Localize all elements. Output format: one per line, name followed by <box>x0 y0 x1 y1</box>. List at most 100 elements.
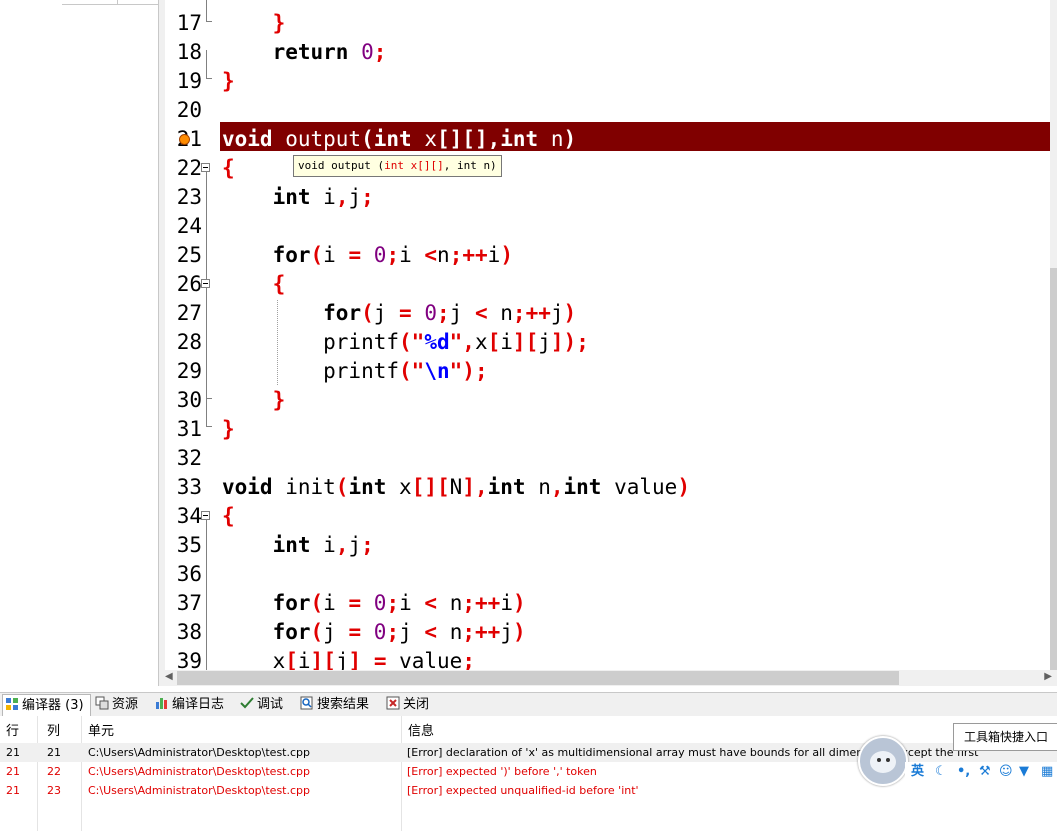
tab-resources[interactable]: 资源 <box>95 694 138 715</box>
punctuation-icon[interactable]: •, <box>957 763 970 781</box>
code-line-31[interactable]: 31} <box>165 414 1050 443</box>
line-number: 33 <box>176 475 202 499</box>
error-marker-icon[interactable] <box>179 134 190 145</box>
ime-toolbox-tooltip: 工具箱快捷入口 <box>953 723 1057 751</box>
code-line-26[interactable]: 26 { <box>165 269 1050 298</box>
table-row[interactable]: 21 23 C:\Users\Administrator\Desktop\tes… <box>0 781 1057 800</box>
code-line-17[interactable]: 17 } <box>165 8 1050 37</box>
line-number: 37 <box>176 591 202 615</box>
chart-icon <box>155 696 169 710</box>
tab-search-results[interactable]: 搜索结果 <box>300 694 369 715</box>
fold-toggle-26[interactable] <box>201 279 210 288</box>
ime-toolbar: 英 ☾ •, ⚒ ☺ ▼ ▦ <box>905 762 1057 782</box>
scroll-left-icon[interactable]: ◀ <box>165 671 173 682</box>
fold-guide <box>206 0 207 22</box>
vertical-scroll-thumb[interactable] <box>1050 268 1057 670</box>
class-browser-tabs[interactable] <box>62 0 158 5</box>
code-line-18[interactable]: 18 return 0; <box>165 37 1050 66</box>
code-line-39[interactable]: 39 x[i][j] = value; <box>165 646 1050 670</box>
horizontal-scroll-thumb[interactable] <box>177 671 899 685</box>
line-number: 34 <box>176 504 202 528</box>
line-number: 27 <box>176 301 202 325</box>
code-text: } <box>222 69 235 93</box>
fold-guide <box>206 520 207 670</box>
tab-close[interactable]: 关闭 <box>386 694 429 715</box>
code-text: void output(int x[][],int n) <box>222 127 577 151</box>
scroll-right-icon[interactable]: ▶ <box>1044 671 1052 682</box>
ime-avatar-icon[interactable] <box>858 736 908 786</box>
code-text: { <box>222 156 235 180</box>
ime-lang-toggle[interactable]: 英 <box>911 763 924 781</box>
shirt-icon[interactable]: ▼ <box>1019 763 1029 781</box>
fold-end-marker <box>206 398 212 399</box>
code-text: printf("\n"); <box>222 359 488 383</box>
line-number: 28 <box>176 330 202 354</box>
tab-compiler-label: 编译器 (3) <box>22 698 84 713</box>
line-number: 36 <box>176 562 202 586</box>
emoji-icon[interactable]: ☺ <box>999 763 1013 781</box>
line-number: 39 <box>176 649 202 670</box>
grid-icon[interactable]: ▦ <box>1041 763 1053 781</box>
line-number: 35 <box>176 533 202 557</box>
code-line-21[interactable]: 21void output(int x[][],int n) <box>165 122 1050 153</box>
class-browser-panel <box>0 0 159 686</box>
moon-icon[interactable]: ☾ <box>935 763 947 781</box>
resources-icon <box>95 696 109 710</box>
fold-toggle-22[interactable] <box>201 163 210 172</box>
code-line-20[interactable]: 20 <box>165 95 1050 124</box>
line-number: 38 <box>176 620 202 644</box>
code-text: { <box>272 272 286 296</box>
line-number: 19 <box>176 69 202 93</box>
code-text: } <box>222 417 235 441</box>
code-line-36[interactable]: 36 <box>165 559 1050 588</box>
tab-compile-log-label: 编译日志 <box>172 697 225 712</box>
code-line-25[interactable]: 25 for(i = 0;i <n;++i) <box>165 240 1050 269</box>
tab-compile-log[interactable]: 编译日志 <box>155 694 224 715</box>
line-number: 30 <box>176 388 202 412</box>
line-number: 23 <box>176 185 202 209</box>
tab-compiler[interactable]: 编译器 (3) <box>2 694 91 716</box>
tab-close-label: 关闭 <box>403 697 430 712</box>
code-text: for(j = 0;j < n;++j) <box>323 301 577 325</box>
code-text: void init(int x[][N],int n,int value) <box>222 475 690 499</box>
line-number: 32 <box>176 446 202 470</box>
code-line-33[interactable]: 33 void init(int x[][N],int n,int value) <box>165 472 1050 501</box>
column-header-info[interactable]: 信息 <box>408 720 434 739</box>
code-line-28[interactable]: 28 printf("%d",x[i][j]); <box>165 327 1050 356</box>
code-line-35[interactable]: 35 int i,j; <box>165 530 1050 559</box>
code-line-30[interactable]: 30 } <box>165 385 1050 414</box>
code-text: } <box>272 388 286 412</box>
code-editor[interactable]: 17 }18 return 0;19}2021void output(int x… <box>165 0 1050 670</box>
checkmark-icon <box>240 696 254 710</box>
search-icon <box>300 696 314 710</box>
code-text: for(j = 0;j < n;++j) <box>272 620 526 644</box>
fold-toggle-34[interactable] <box>201 511 210 520</box>
line-number: 24 <box>176 214 202 238</box>
code-text: x[i][j] = value; <box>222 649 475 670</box>
code-line-23[interactable]: 23 int i,j; <box>165 182 1050 211</box>
column-header-col[interactable]: 列 <box>47 720 60 739</box>
line-number: 18 <box>176 40 202 64</box>
signature-tooltip: void output (int x[][], int n) <box>293 155 502 177</box>
code-line-37[interactable]: 37 for(i = 0;i < n;++i) <box>165 588 1050 617</box>
column-header-line[interactable]: 行 <box>6 720 19 739</box>
code-line-29[interactable]: 29 printf("\n"); <box>165 356 1050 385</box>
line-number: 29 <box>176 359 202 383</box>
column-header-unit[interactable]: 单元 <box>88 720 114 739</box>
code-line-34[interactable]: 34 { <box>165 501 1050 530</box>
code-line-38[interactable]: 38 for(j = 0;j < n;++j) <box>165 617 1050 646</box>
horizontal-scrollbar[interactable]: ◀ ▶ <box>165 670 1057 686</box>
code-line-19[interactable]: 19} <box>165 66 1050 95</box>
code-text: int i,j; <box>272 185 374 209</box>
code-line-32[interactable]: 32 <box>165 443 1050 472</box>
code-line-24[interactable]: 24 <box>165 211 1050 240</box>
indent-guide <box>277 300 278 385</box>
vertical-scrollbar[interactable] <box>1050 0 1057 670</box>
tab-debug[interactable]: 调试 <box>240 694 283 715</box>
code-text: for(i = 0;i <n;++i) <box>272 243 513 267</box>
fold-end-marker <box>206 78 212 79</box>
wrench-icon[interactable]: ⚒ <box>979 763 991 781</box>
line-number: 26 <box>176 272 202 296</box>
code-text: } <box>272 11 286 35</box>
code-line-27[interactable]: 27 for(j = 0;j < n;++j) <box>165 298 1050 327</box>
